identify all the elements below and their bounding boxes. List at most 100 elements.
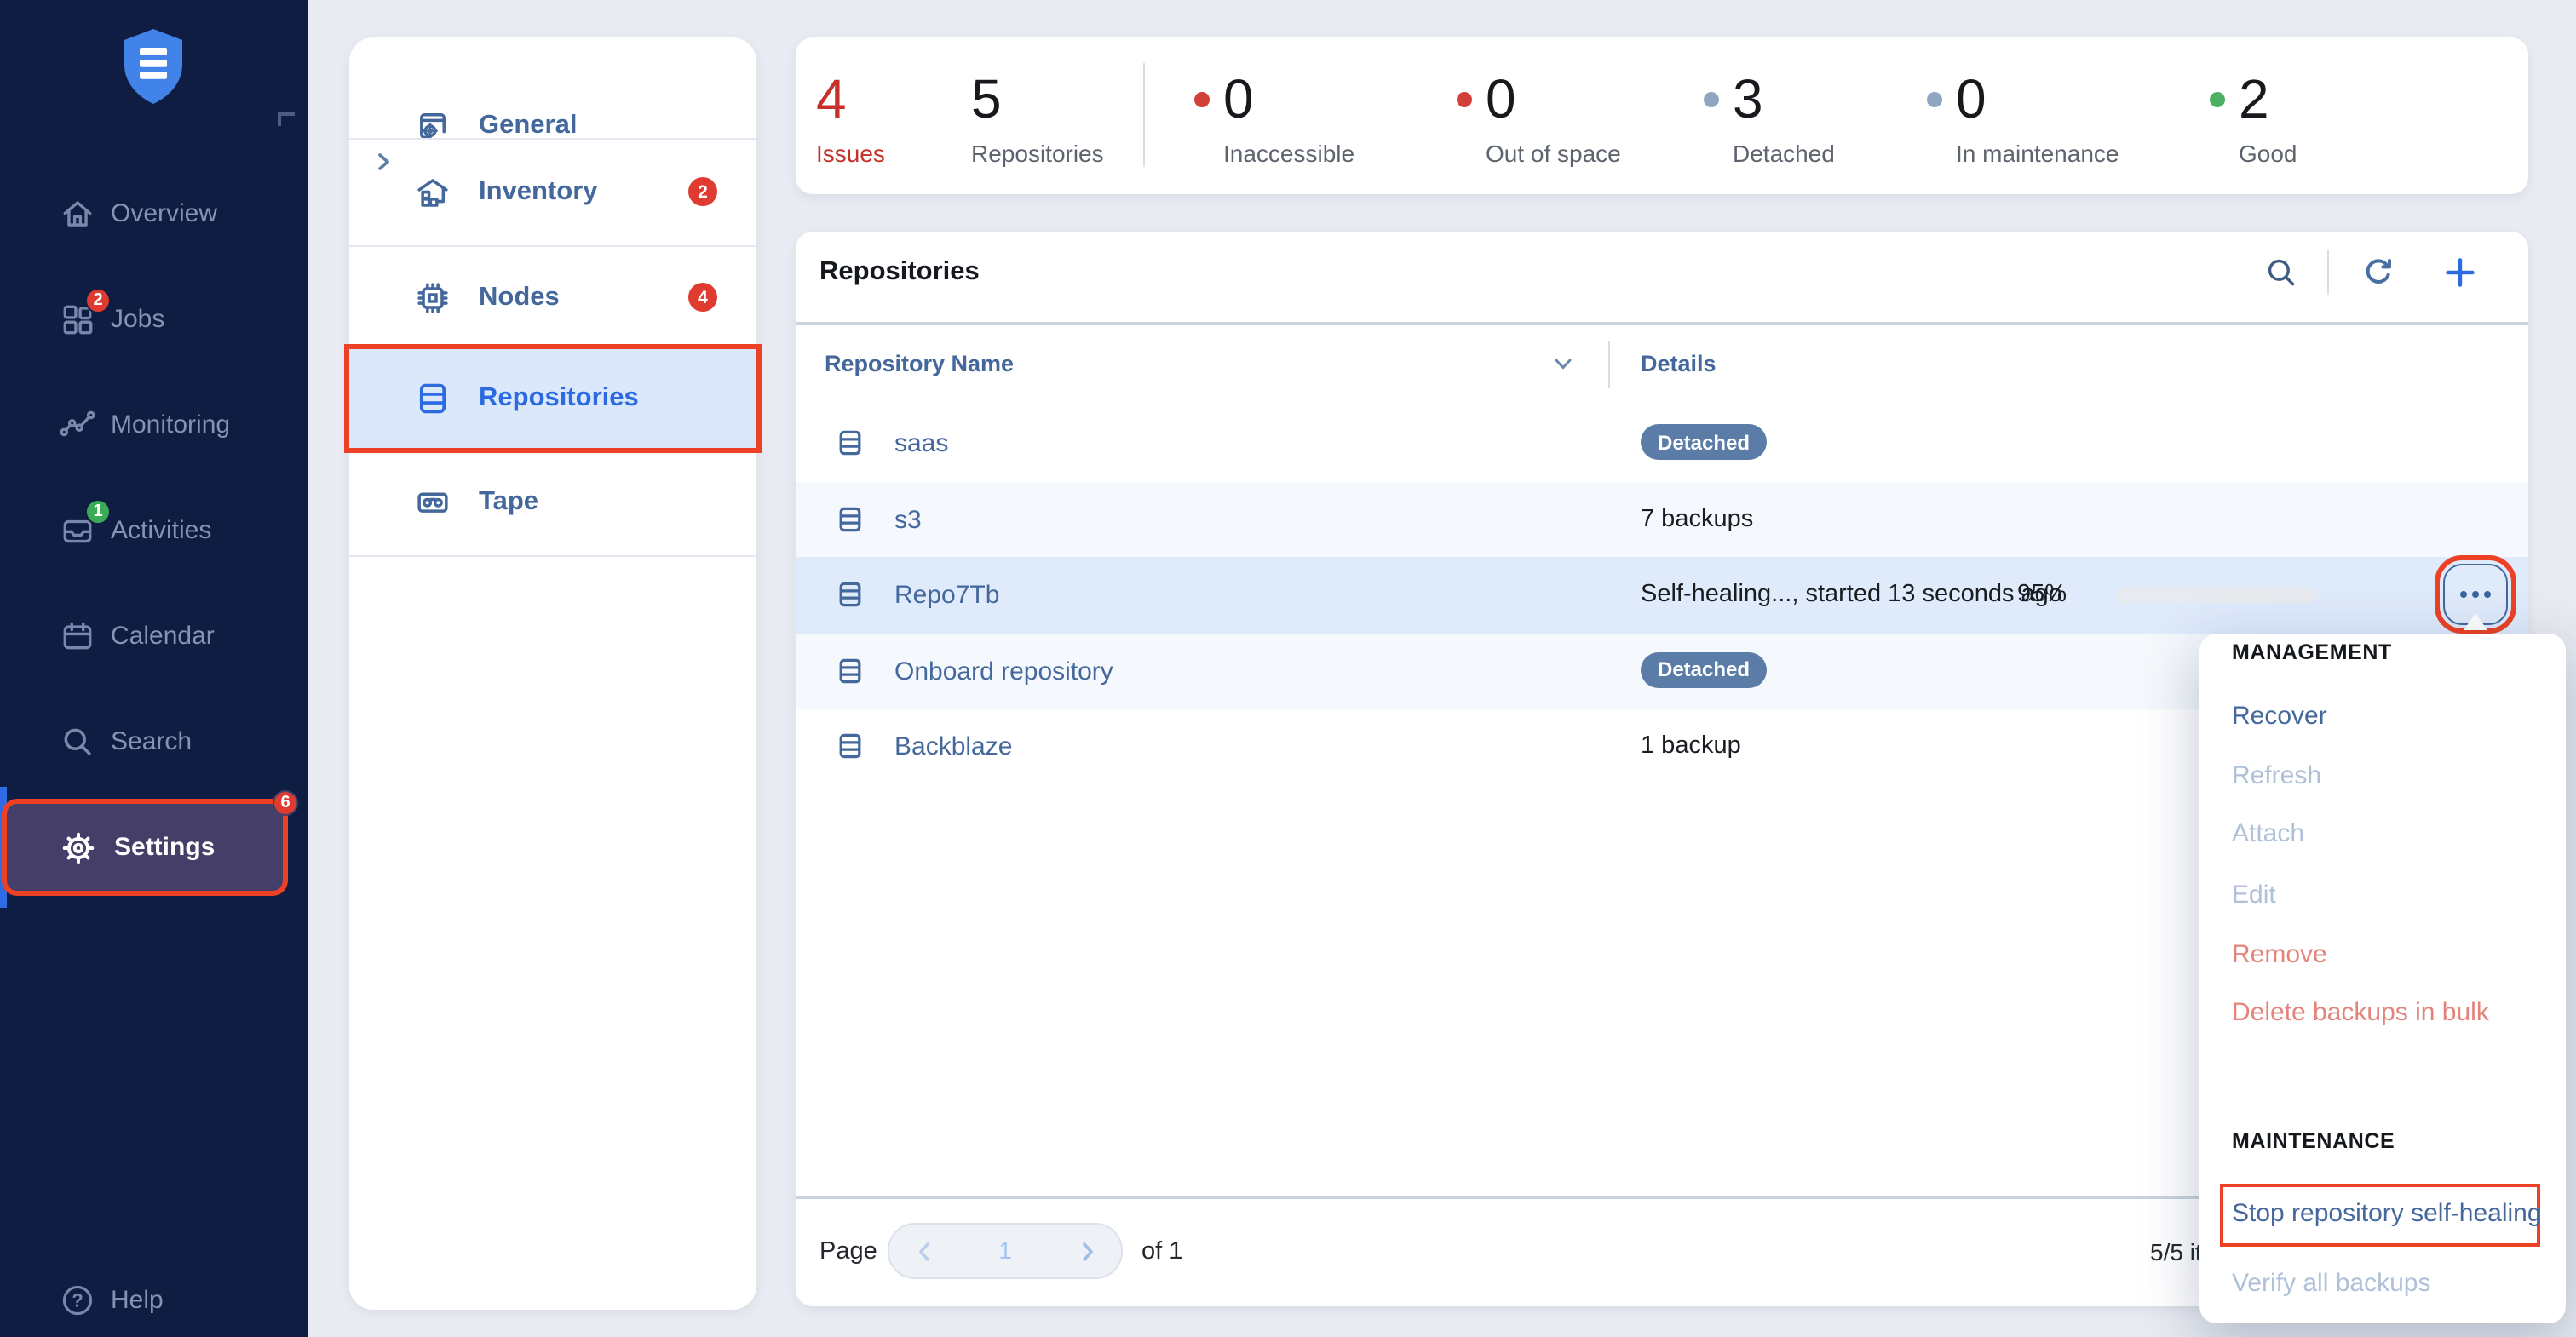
nodes-badge: 4 — [688, 283, 717, 312]
column-header-details: Details — [1641, 351, 1716, 376]
table-row-saas[interactable]: saas Detached — [796, 405, 2528, 481]
menu-item-recover[interactable]: Recover — [2232, 698, 2327, 736]
activities-badge: 1 — [85, 498, 111, 524]
sidebar-item-calendar[interactable]: Calendar — [0, 601, 308, 669]
subnav-item-nodes[interactable]: Nodes 4 — [349, 245, 756, 349]
sidebar-item-settings[interactable]: 6 Settings — [7, 804, 283, 891]
menu-item-refresh: Refresh — [2232, 757, 2321, 795]
search-icon — [2264, 255, 2298, 290]
stat-value: 5 — [971, 73, 1002, 124]
repository-context-menu: MANAGEMENT Recover Refresh Attach Edit R… — [2199, 634, 2566, 1323]
subnav-item-inventory[interactable]: Inventory 2 — [349, 138, 756, 245]
sidebar-item-label: Settings — [114, 833, 215, 862]
table-row-repo7tb[interactable]: Repo7Tb Self-healing..., started 13 seco… — [796, 557, 2528, 633]
home-icon — [60, 195, 95, 231]
sidebar-item-jobs[interactable]: 2 Jobs — [0, 284, 308, 353]
repository-name: Onboard repository — [894, 657, 1113, 686]
divider — [1608, 341, 1610, 388]
repository-name: saas — [894, 429, 948, 458]
sidebar-item-label: Calendar — [111, 621, 215, 650]
table-row-s3[interactable]: s3 7 backups — [796, 481, 2528, 557]
column-header-repository-name[interactable]: Repository Name — [825, 351, 1014, 376]
sidebar-item-activities[interactable]: 1 Activities — [0, 496, 308, 564]
divider — [1143, 63, 1145, 167]
tape-icon — [414, 483, 451, 520]
panel-title: Repositories — [819, 257, 980, 288]
subnav-item-label: Inventory — [479, 176, 598, 207]
database-icon — [835, 427, 865, 458]
inventory-badge: 2 — [688, 177, 717, 206]
chart-line-icon — [60, 406, 95, 442]
gear-icon: 6 — [60, 829, 97, 866]
subnav-item-label: Nodes — [479, 282, 560, 313]
selected-indicator-bar — [0, 787, 7, 908]
stat-out-of-space: 0 Out of space — [1457, 73, 1621, 167]
subnav-item-tape[interactable]: Tape — [349, 448, 756, 555]
menu-section-header-maintenance: MAINTENANCE — [2232, 1129, 2395, 1156]
plus-icon — [2441, 254, 2479, 291]
sidebar-item-label: Jobs — [111, 304, 164, 333]
status-dot — [1194, 91, 1210, 106]
ellipsis-icon — [2460, 591, 2467, 598]
stat-label: In maintenance — [1956, 140, 2119, 167]
current-page-input[interactable]: 1 — [981, 1237, 1029, 1264]
settings-subnav: General Inventory 2 — [349, 37, 756, 1310]
sidebar-item-search[interactable]: Search — [0, 707, 308, 775]
question-icon: ? — [60, 1282, 95, 1317]
stat-value: 0 — [1486, 73, 1516, 124]
chevron-left-icon — [914, 1239, 933, 1263]
search-button[interactable] — [2261, 252, 2302, 293]
menu-item-delete-backups-in-bulk[interactable]: Delete backups in bulk — [2232, 995, 2489, 1032]
menu-item-stop-repository-self-healing[interactable]: Stop repository self-healing — [2232, 1195, 2542, 1232]
sidebar-item-label: Activities — [111, 515, 211, 544]
stat-issues: 4 Issues — [816, 73, 885, 167]
progress-percent: 95% — [2017, 581, 2067, 608]
sidebar-item-help[interactable]: ? Help — [0, 1265, 308, 1334]
divider — [2327, 250, 2329, 295]
page-of-label: of 1 — [1141, 1238, 1182, 1265]
menu-item-remove[interactable]: Remove — [2232, 936, 2327, 973]
next-page-button[interactable] — [1056, 1225, 1118, 1277]
subnav-item-label: Repositories — [479, 383, 639, 414]
stat-value: 3 — [1733, 73, 1763, 124]
refresh-button[interactable] — [2358, 252, 2399, 293]
status-dot — [1704, 91, 1719, 106]
repositories-summary-card: 4 Issues 5 Repositories 0 Inaccessible 0… — [796, 37, 2528, 194]
stat-value: 4 — [816, 73, 847, 124]
subnav-item-repositories[interactable]: Repositories — [349, 349, 756, 448]
self-healing-status: Self-healing..., started 13 seconds ago — [1641, 581, 2062, 608]
stat-value: 0 — [1956, 73, 1987, 124]
sidebar-collapse-icon[interactable] — [278, 112, 295, 126]
sidebar-item-monitoring[interactable]: Monitoring — [0, 390, 308, 458]
menu-caret — [2464, 613, 2487, 630]
chip-icon — [414, 278, 451, 316]
shield-logo-icon — [119, 27, 187, 106]
status-dot — [1457, 91, 1472, 106]
sidebar-item-label: Search — [111, 726, 192, 755]
stat-value: 2 — [2239, 73, 2269, 124]
stat-in-maintenance: 0 In maintenance — [1927, 73, 2119, 167]
stat-label: Out of space — [1486, 140, 1621, 167]
app-logo — [119, 27, 187, 106]
stat-label: Detached — [1733, 140, 1835, 167]
add-repository-button[interactable] — [2440, 252, 2481, 293]
stat-label: Good — [2239, 140, 2297, 167]
stat-good: 2 Good — [2210, 73, 2297, 167]
detached-status-badge: Detached — [1641, 424, 1767, 460]
stat-value: 0 — [1223, 73, 1254, 124]
svg-text:?: ? — [72, 1289, 83, 1311]
sidebar-item-overview[interactable]: Overview — [0, 179, 308, 247]
repository-details: 1 backup — [1641, 732, 1741, 760]
sidebar-item-label: Monitoring — [111, 410, 230, 439]
database-icon — [835, 655, 865, 686]
previous-page-button[interactable] — [893, 1225, 954, 1277]
status-dot — [1927, 91, 1942, 106]
menu-item-edit: Edit — [2232, 877, 2276, 915]
detached-status-badge: Detached — [1641, 651, 1767, 687]
calendar-icon — [60, 617, 95, 653]
sort-chevron-down-icon[interactable] — [1554, 358, 1573, 371]
database-icon — [414, 380, 451, 417]
stat-repositories-total: 5 Repositories — [971, 73, 1104, 167]
jobs-badge: 2 — [85, 287, 111, 313]
database-icon — [835, 579, 865, 610]
